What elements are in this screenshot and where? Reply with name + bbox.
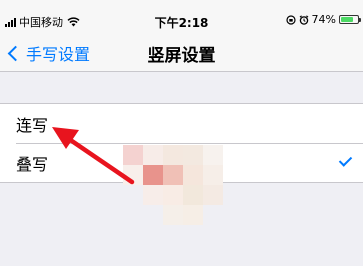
checkmark-icon <box>338 153 353 167</box>
list-item-continuous-writing[interactable]: 连写 <box>0 104 363 143</box>
navigation-bar: 手写设置 竖屏设置 <box>0 40 363 72</box>
mosaic-watermark <box>123 145 243 235</box>
battery-fill <box>341 17 353 22</box>
list-item-label: 连写 <box>16 115 49 135</box>
battery-percent: 74% <box>311 13 336 26</box>
lock-rotation-icon <box>285 14 296 25</box>
status-bar: 中国移动 下午2:18 74% <box>0 0 363 40</box>
battery-icon <box>339 15 361 24</box>
status-right: 74% <box>285 13 361 26</box>
page-title: 竖屏设置 <box>147 46 216 66</box>
alarm-icon <box>299 14 308 25</box>
list-item-label: 叠写 <box>16 154 49 174</box>
